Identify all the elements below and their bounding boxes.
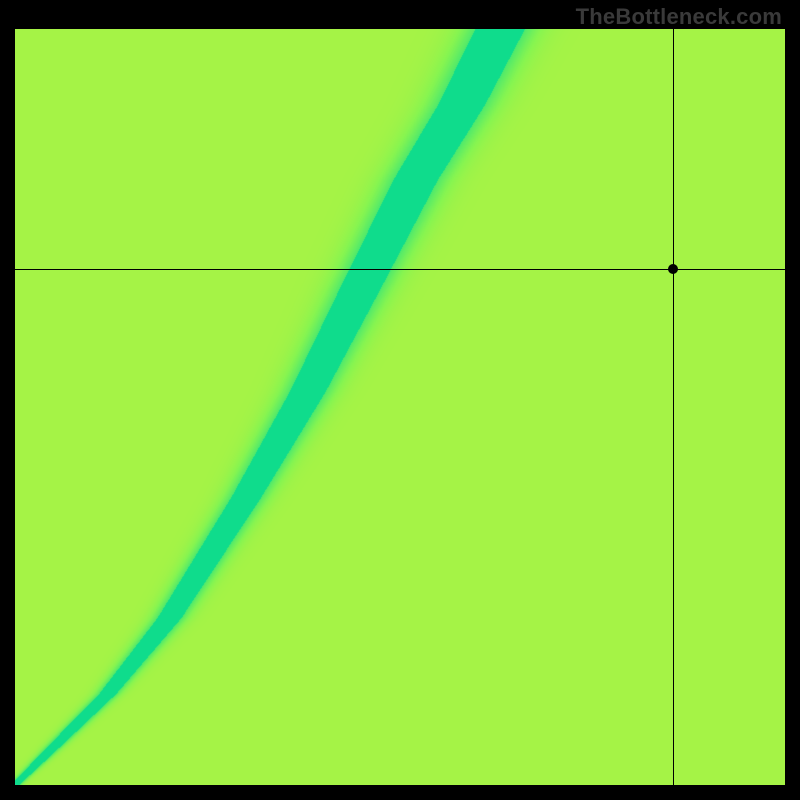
heatmap-canvas — [15, 29, 785, 785]
watermark-text: TheBottleneck.com — [576, 4, 782, 30]
crosshair-vertical — [673, 29, 674, 785]
heatmap-frame — [15, 29, 785, 785]
